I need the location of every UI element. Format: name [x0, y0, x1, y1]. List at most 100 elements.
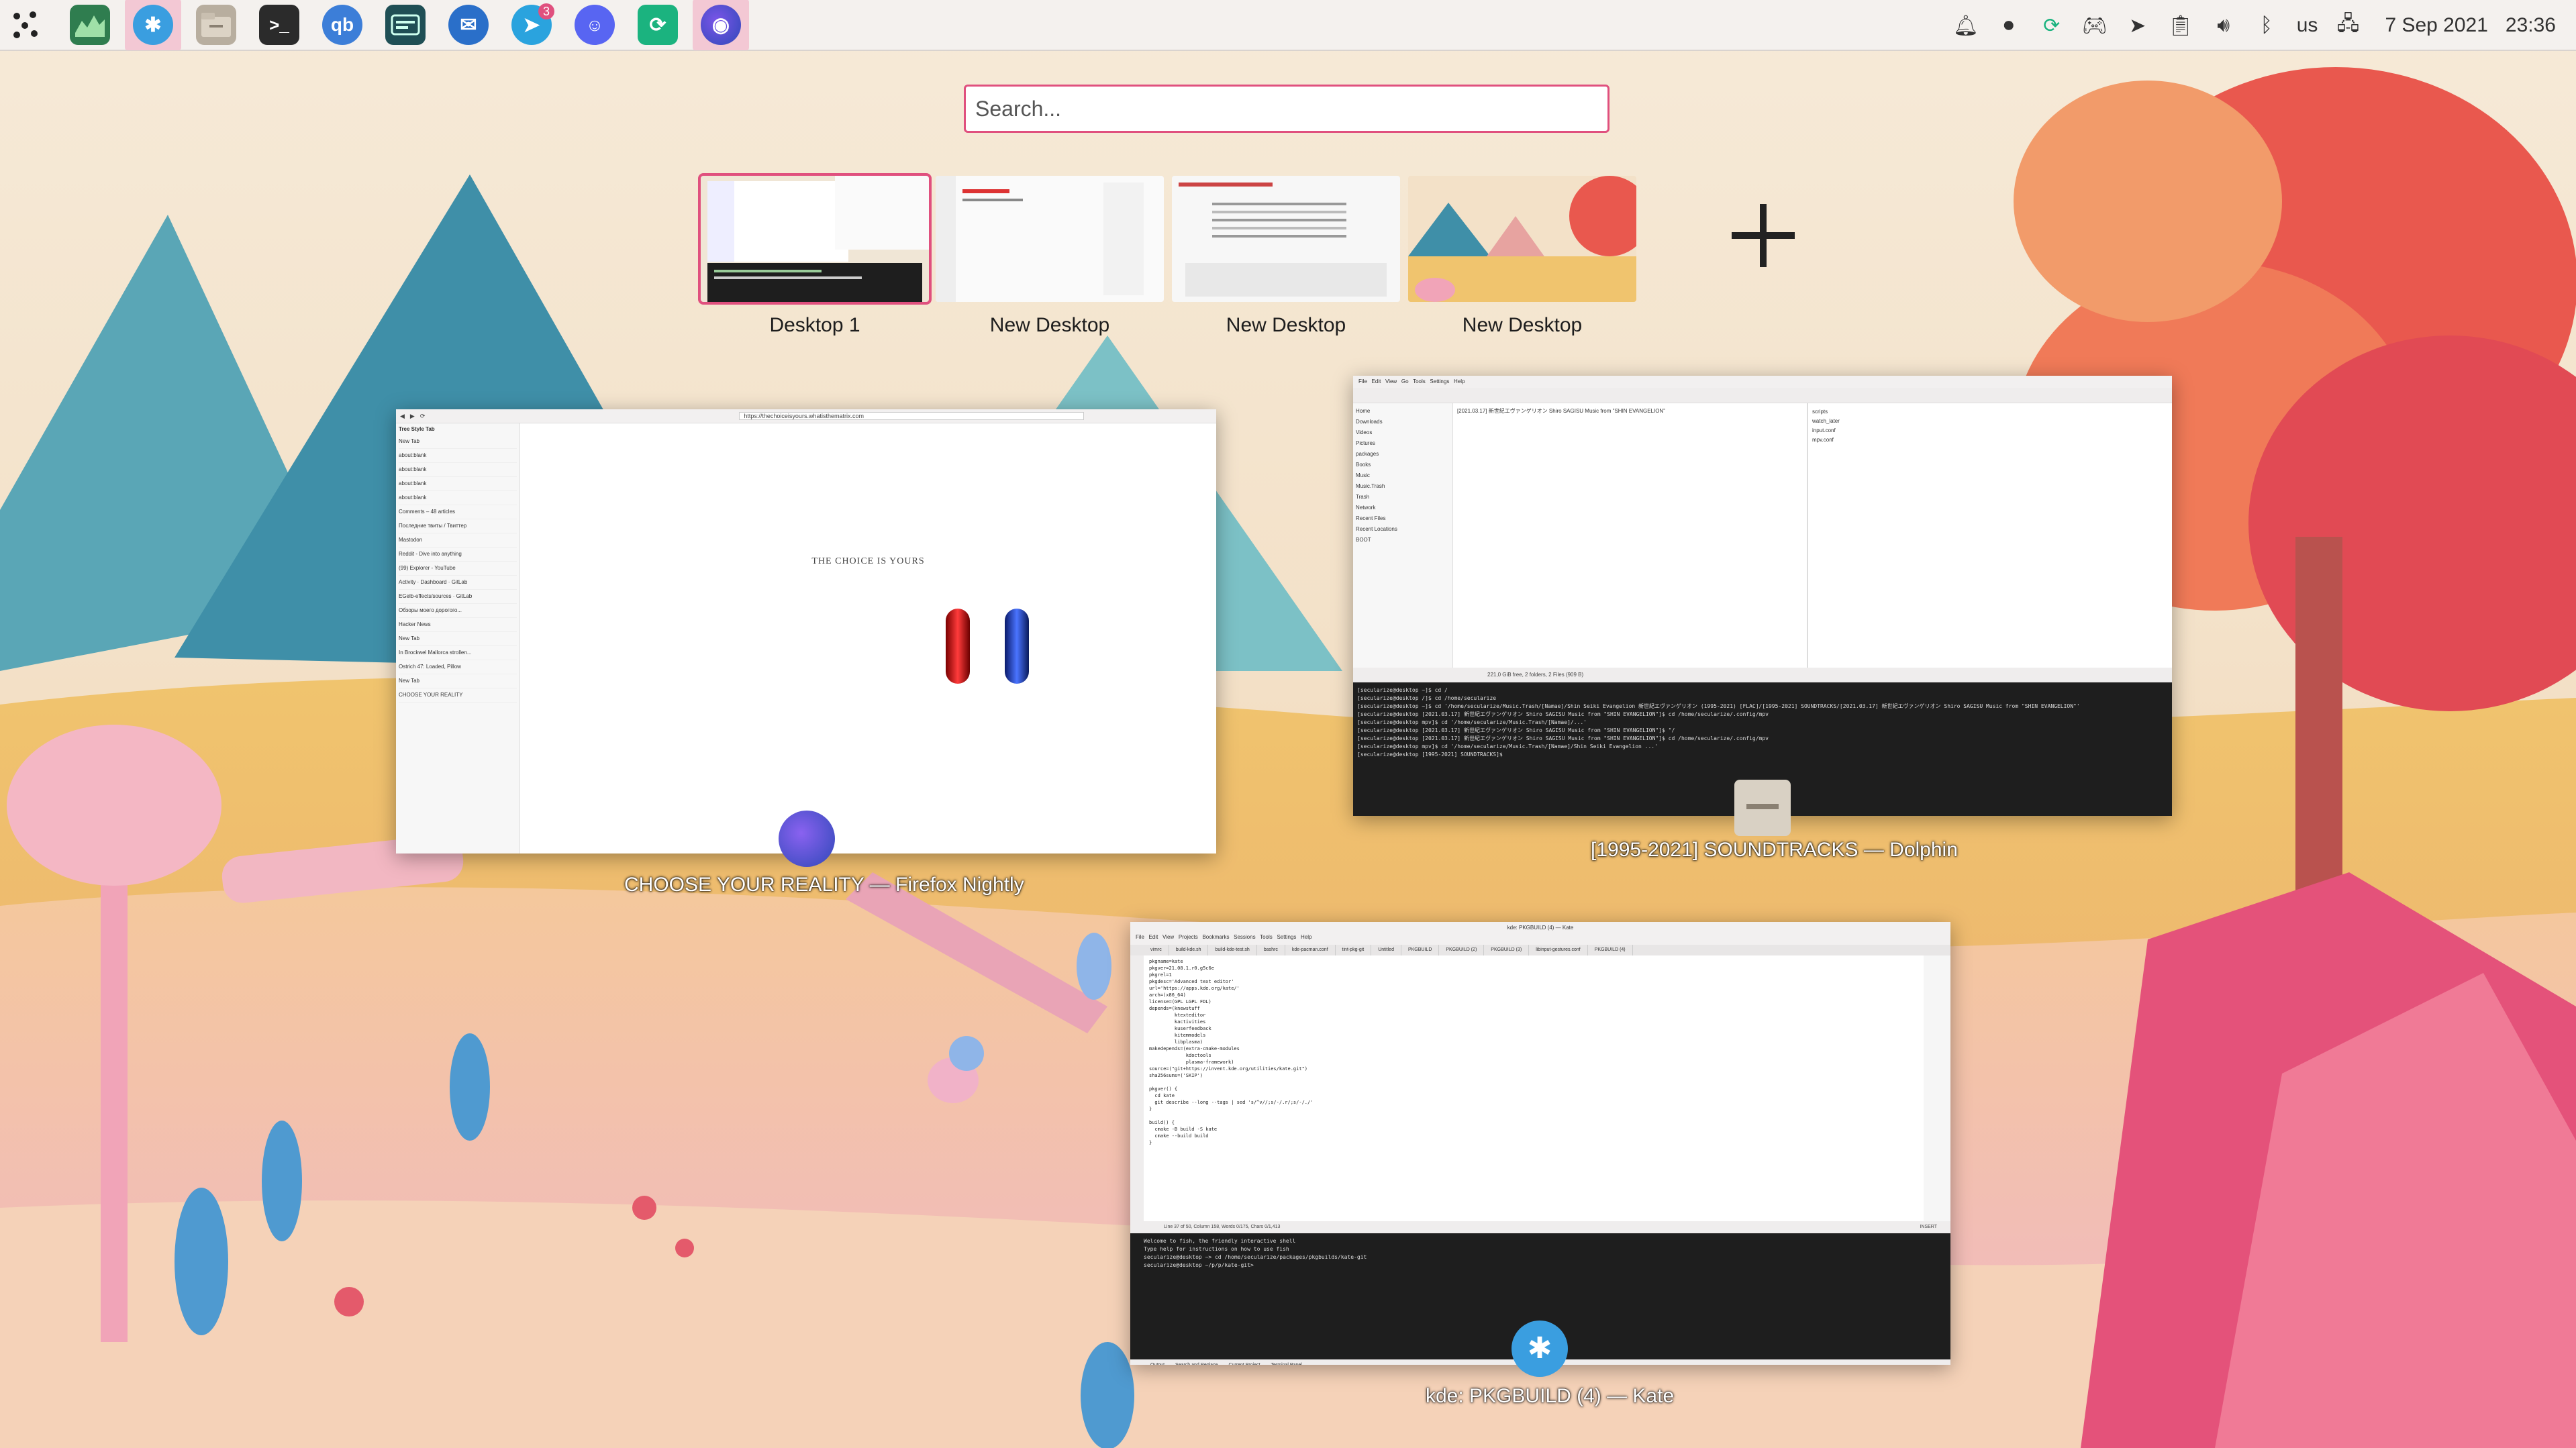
- sidebar-tab-item[interactable]: CHOOSE YOUR REALITY: [399, 688, 517, 703]
- kate-window-label[interactable]: kde: PKGBUILD (4) — Kate: [1426, 1385, 1674, 1408]
- sync-tray-icon[interactable]: ⟳: [2039, 13, 2065, 38]
- bluetooth-icon[interactable]: ᛒ: [2254, 13, 2279, 38]
- code-line[interactable]: depends=(knewstuff: [1149, 1005, 1918, 1012]
- places-item[interactable]: BOOT: [1356, 535, 1450, 546]
- code-line[interactable]: license=(GPL LGPL FDL): [1149, 998, 1918, 1005]
- code-line[interactable]: arch=(x86_64): [1149, 992, 1918, 998]
- file-entry[interactable]: mpv.conf: [1812, 435, 2168, 445]
- search-input[interactable]: [964, 85, 1609, 133]
- code-line[interactable]: cmake --build build: [1149, 1133, 1918, 1139]
- sidebar-tab-item[interactable]: Ostrich 47: Loaded, Pillow: [399, 660, 517, 674]
- places-item[interactable]: Trash: [1356, 492, 1450, 503]
- code-line[interactable]: pkgver=21.08.1.r0.g5c6e: [1149, 965, 1918, 972]
- sidebar-tab-item[interactable]: about:blank: [399, 491, 517, 505]
- code-line[interactable]: libplasma): [1149, 1039, 1918, 1045]
- code-line[interactable]: plasma-framework): [1149, 1059, 1918, 1066]
- sidebar-tab-item[interactable]: Hacker News: [399, 618, 517, 632]
- desktop-thumbnail-1[interactable]: [698, 173, 932, 305]
- bottom-panel-tab[interactable]: Search and Replace: [1175, 1359, 1218, 1365]
- code-line[interactable]: kactivities: [1149, 1019, 1918, 1025]
- kate-tab[interactable]: vimrc: [1144, 945, 1169, 955]
- task-sync[interactable]: ⟳: [630, 0, 686, 50]
- overview-launcher[interactable]: [0, 0, 51, 50]
- kate-tab[interactable]: PKGBUILD: [1401, 945, 1440, 955]
- places-item[interactable]: packages: [1356, 449, 1450, 460]
- sidebar-tab-item[interactable]: Mastodon: [399, 533, 517, 548]
- code-line[interactable]: cd kate: [1149, 1092, 1918, 1099]
- file-entry[interactable]: watch_later: [1812, 417, 2168, 426]
- sidebar-tab-item[interactable]: Reddit - Dive into anything: [399, 548, 517, 562]
- terminal-line[interactable]: secularize@desktop ~> cd /home/seculariz…: [1144, 1253, 1937, 1261]
- code-line[interactable]: [1149, 1113, 1918, 1119]
- keyboard-layout[interactable]: us: [2297, 14, 2318, 37]
- clock-date[interactable]: 7 Sep 2021: [2385, 14, 2487, 37]
- terminal-line[interactable]: [secularize@desktop mpv]$ cd '/home/secu…: [1357, 743, 2168, 751]
- sidebar-tab-item[interactable]: Activity · Dashboard · GitLab: [399, 576, 517, 590]
- terminal-line[interactable]: [secularize@desktop mpv]$ cd '/home/secu…: [1357, 719, 2168, 727]
- code-line[interactable]: git describe --long --tags | sed 's/^v//…: [1149, 1099, 1918, 1106]
- places-item[interactable]: Pictures: [1356, 438, 1450, 449]
- sidebar-tab-item[interactable]: New Tab: [399, 435, 517, 449]
- gamepad-icon[interactable]: 🎮︎: [2082, 13, 2108, 38]
- code-line[interactable]: kitemmodels: [1149, 1032, 1918, 1039]
- kate-tab[interactable]: kde-pacman.conf: [1285, 945, 1336, 955]
- sidebar-tab-item[interactable]: New Tab: [399, 674, 517, 688]
- bell-icon[interactable]: 🔔︎: [1953, 13, 1979, 38]
- terminal-line[interactable]: [secularize@desktop [2021.03.17] 新世紀エヴァン…: [1357, 735, 2168, 743]
- kate-tab[interactable]: build-kde-test.sh: [1208, 945, 1257, 955]
- record-icon[interactable]: ⏺︎: [1996, 13, 2022, 38]
- code-line[interactable]: build() {: [1149, 1119, 1918, 1126]
- code-line[interactable]: [1149, 1079, 1918, 1086]
- sidebar-tab-item[interactable]: In Brockwel Mallorca strollen...: [399, 646, 517, 660]
- sidebar-tab-item[interactable]: about:blank: [399, 449, 517, 463]
- kate-tab[interactable]: PKGBUILD (3): [1484, 945, 1530, 955]
- places-item[interactable]: Videos: [1356, 427, 1450, 438]
- task-thunderbird[interactable]: ✉: [440, 0, 497, 50]
- terminal-line[interactable]: [secularize@desktop ~]$ cd /: [1357, 686, 2168, 694]
- task-telegram[interactable]: ➤ 3: [503, 0, 560, 50]
- places-item[interactable]: Network: [1356, 503, 1450, 513]
- code-editor[interactable]: pkgname=kate pkgver=21.08.1.r0.g5c6e pkgre…: [1144, 955, 1924, 1221]
- kate-window[interactable]: kde: PKGBUILD (4) — Kate File Edit View …: [1130, 922, 1950, 1365]
- sidebar-tab-item[interactable]: Обзоры моего дорогого...: [399, 604, 517, 618]
- terminal-line[interactable]: [secularize@desktop [1995-2021] SOUNDTRA…: [1357, 751, 2168, 759]
- desktop-thumbnail-4[interactable]: [1408, 176, 1636, 302]
- code-line[interactable]: pkgver() {: [1149, 1086, 1918, 1092]
- blue-pill-icon[interactable]: [1002, 607, 1032, 688]
- places-item[interactable]: Downloads: [1356, 417, 1450, 427]
- kate-tab[interactable]: build-kde.sh: [1169, 945, 1209, 955]
- terminal-line[interactable]: [secularize@desktop [2021.03.17] 新世紀エヴァン…: [1357, 711, 2168, 719]
- code-line[interactable]: source=("git+https://invent.kde.org/util…: [1149, 1066, 1918, 1072]
- sidebar-tab-item[interactable]: about:blank: [399, 463, 517, 477]
- task-kde-app[interactable]: ✱: [125, 0, 181, 50]
- task-system-monitor[interactable]: [62, 0, 118, 50]
- code-line[interactable]: url='https://apps.kde.org/kate/': [1149, 985, 1918, 992]
- code-line[interactable]: ktexteditor: [1149, 1012, 1918, 1019]
- code-line[interactable]: }: [1149, 1106, 1918, 1113]
- code-line[interactable]: cmake -B build -S kate: [1149, 1126, 1918, 1133]
- places-item[interactable]: Recent Locations: [1356, 524, 1450, 535]
- task-qbittorrent[interactable]: qb: [314, 0, 370, 50]
- task-terminal[interactable]: >_: [251, 0, 307, 50]
- telegram-tray-icon[interactable]: ➤: [2125, 13, 2150, 38]
- code-line[interactable]: sha256sums=('SKIP'): [1149, 1072, 1918, 1079]
- input-mode[interactable]: INSERT: [1920, 1221, 1937, 1233]
- file-entry[interactable]: input.conf: [1812, 426, 2168, 435]
- code-line[interactable]: kdoctools: [1149, 1052, 1918, 1059]
- kate-tab[interactable]: tint-pkg-git: [1336, 945, 1372, 955]
- task-media-player[interactable]: [377, 0, 434, 50]
- firefox-window-label[interactable]: CHOOSE YOUR REALITY — Firefox Nightly: [624, 874, 1024, 896]
- places-item[interactable]: Music: [1356, 470, 1450, 481]
- terminal-line[interactable]: [secularize@desktop [2021.03.17] 新世紀エヴァン…: [1357, 727, 2168, 735]
- sidebar-tab-item[interactable]: EGelb-effects/sources · GitLab: [399, 590, 517, 604]
- file-entry[interactable]: scripts: [1812, 407, 2168, 417]
- back-icon[interactable]: ◀: [400, 413, 405, 420]
- sidebar-tab-item[interactable]: (99) Explorer - YouTube: [399, 562, 517, 576]
- terminal-line[interactable]: Type help for instructions on how to use…: [1144, 1245, 1937, 1253]
- kate-tab[interactable]: bashrc: [1257, 945, 1285, 955]
- bottom-panel-tab[interactable]: Terminal Panel: [1271, 1359, 1302, 1365]
- forward-icon[interactable]: ▶: [410, 413, 415, 420]
- firefox-window[interactable]: ◀ ▶ ⟳ https://thechoiceisyours.whatisthe…: [396, 409, 1216, 854]
- kate-tab[interactable]: Untitled: [1371, 945, 1401, 955]
- kate-tab[interactable]: PKGBUILD (2): [1439, 945, 1485, 955]
